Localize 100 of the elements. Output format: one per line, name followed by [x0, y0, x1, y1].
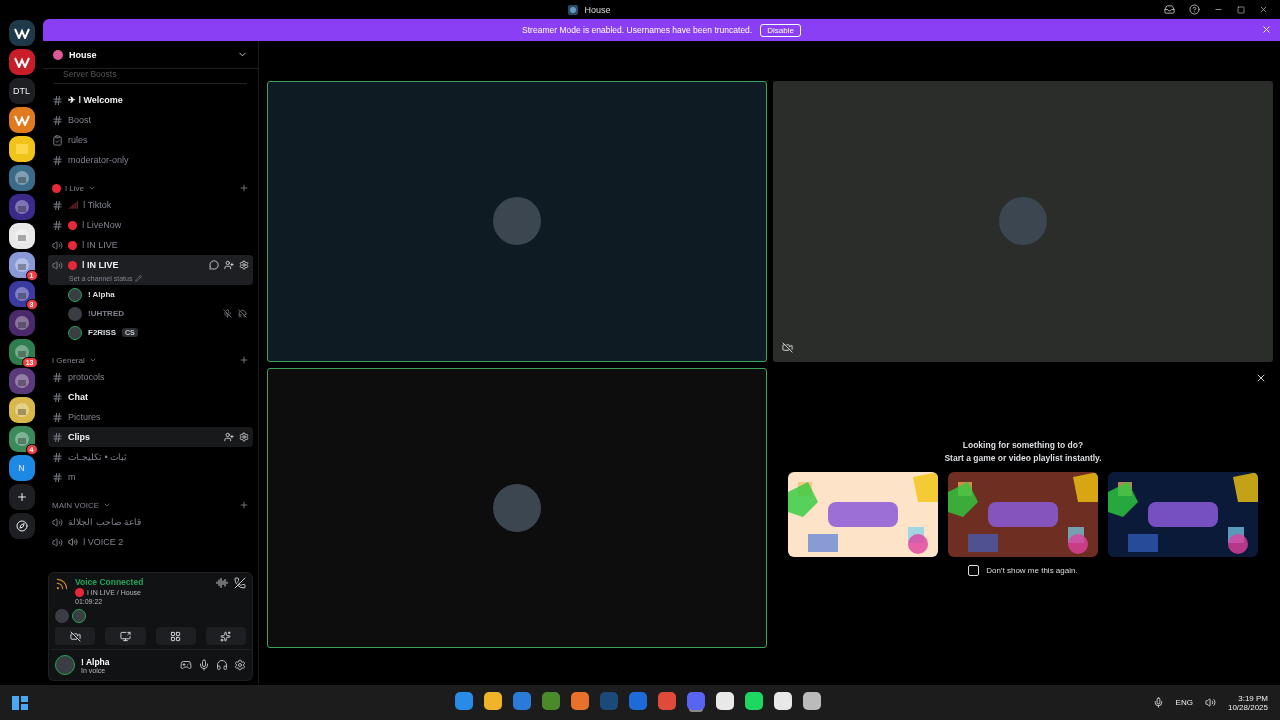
hash-icon	[52, 154, 63, 166]
video-tile[interactable]	[267, 367, 767, 648]
video-off-icon	[69, 630, 81, 642]
hash-icon	[52, 451, 63, 463]
server-icon[interactable]	[8, 49, 35, 75]
taskbar-app-icon[interactable]	[774, 692, 792, 710]
taskbar-app-icon[interactable]	[803, 692, 821, 710]
server-picture-icon	[12, 372, 31, 390]
channel-item[interactable]: Boost	[48, 110, 253, 130]
server-icon[interactable]: DTL	[8, 78, 35, 104]
share-screen-button[interactable]	[105, 627, 146, 645]
video-tile[interactable]	[267, 81, 767, 362]
window-title: House	[584, 4, 611, 15]
logo-icon	[13, 114, 30, 126]
server-icon[interactable]	[8, 165, 35, 191]
server-picture-icon	[12, 314, 31, 332]
taskbar-app-icon[interactable]	[571, 692, 589, 710]
channel-item[interactable]: m	[48, 467, 253, 487]
taskbar-app-icon[interactable]	[484, 692, 502, 710]
checkbox-label[interactable]: Don't show me this again.	[986, 566, 1078, 576]
avatar	[493, 197, 541, 246]
activities-button[interactable]	[155, 627, 196, 645]
server-icon[interactable]	[8, 513, 35, 539]
speaker-icon	[52, 516, 63, 528]
app-icon	[568, 4, 579, 15]
hash-icon	[52, 219, 63, 231]
channel-item[interactable]: ǀ IN LIVE	[48, 235, 253, 255]
taskbar-app-icon[interactable]	[745, 692, 763, 710]
sound-wave-icon[interactable]	[216, 577, 228, 589]
channel-item[interactable]: ǀ VOICE 2	[48, 532, 253, 552]
speaker-icon	[1204, 697, 1216, 708]
channel-item[interactable]: Pictures	[48, 407, 253, 427]
rules-icon	[52, 134, 63, 146]
channel-item[interactable]: Clips	[48, 427, 253, 447]
user-name[interactable]: ! Alpha	[88, 290, 115, 299]
server-name[interactable]: House	[69, 49, 231, 60]
microphone-icon[interactable]	[198, 659, 210, 671]
folder-icon	[15, 144, 28, 154]
channel-item[interactable]: ثبات • تكليجـات	[48, 447, 253, 467]
channel-item[interactable]: moderator-only	[48, 150, 253, 170]
hash-icon	[52, 94, 63, 106]
channel-item[interactable]: protocols	[48, 367, 253, 387]
maximize-icon[interactable]	[1237, 5, 1245, 14]
hash-icon	[52, 471, 63, 483]
server-picture-icon	[12, 169, 31, 187]
plus-icon[interactable]	[239, 355, 249, 365]
chevron-icon	[88, 356, 97, 364]
settings-icon[interactable]	[234, 659, 246, 671]
channel-item[interactable]: ǀ Tiktok	[48, 195, 253, 215]
soundboard-button[interactable]	[205, 627, 246, 645]
server-icon[interactable]	[8, 20, 35, 46]
avatar	[999, 197, 1047, 246]
server-icon[interactable]	[8, 136, 35, 162]
disconnect-icon[interactable]	[234, 577, 246, 589]
channel-item[interactable]: ✈ ǀ Welcome	[48, 90, 253, 110]
category-name[interactable]: MAIN VOICE	[52, 500, 100, 510]
user-avatar[interactable]	[55, 655, 75, 675]
server-picture-icon	[12, 198, 31, 216]
server-picture-icon	[12, 256, 31, 274]
user-name[interactable]: !UHTRED	[88, 309, 124, 318]
inbox-icon[interactable]	[1164, 4, 1175, 15]
server-picture-icon	[12, 401, 31, 419]
dot-icon	[75, 588, 84, 597]
channel-item[interactable]: rules	[48, 130, 253, 150]
server-icon[interactable]	[8, 107, 35, 133]
server-icon[interactable]	[8, 223, 35, 249]
clock-date: 10/28/2025	[1227, 702, 1268, 712]
avatar	[493, 483, 541, 532]
server-picture-icon	[12, 227, 31, 245]
help-icon[interactable]	[1189, 4, 1200, 15]
disable-button[interactable]: Disable	[760, 23, 801, 37]
category-name[interactable]: ǀ General	[52, 355, 85, 365]
gamepad-icon[interactable]	[180, 659, 192, 671]
speaker-icon	[52, 259, 63, 271]
widgets-icon[interactable]	[12, 695, 28, 710]
speaker-icon	[52, 239, 63, 251]
category-name[interactable]: ǀ Live	[65, 183, 84, 193]
plus-icon[interactable]	[239, 183, 249, 193]
plus-icon[interactable]	[239, 500, 249, 510]
channel-item[interactable]: ǀ LiveNow	[48, 215, 253, 235]
logo-icon	[13, 56, 30, 68]
channel-item[interactable]: Chat	[48, 387, 253, 407]
settings-icon	[239, 432, 249, 442]
channel-item[interactable]: قاعة صاحب الجلالة	[48, 512, 253, 532]
user-name[interactable]: F2RISS	[88, 328, 116, 337]
close-icon[interactable]	[1259, 5, 1268, 14]
invite-icon	[224, 260, 234, 270]
checkbox[interactable]	[968, 565, 980, 577]
video-tile[interactable]	[773, 81, 1273, 362]
speaker-icon	[52, 536, 63, 548]
hash-icon	[52, 199, 63, 211]
activity-avatar	[72, 609, 86, 623]
language-indicator[interactable]: ENG	[1175, 698, 1193, 707]
server-icon[interactable]	[8, 397, 35, 423]
taskbar-app-icon[interactable]	[716, 692, 734, 710]
voice-status: Voice Connected	[75, 577, 145, 587]
camera-button[interactable]	[55, 627, 96, 645]
server-icon[interactable]: N	[8, 455, 35, 481]
compass-icon	[15, 520, 28, 532]
headphones-icon[interactable]	[216, 659, 228, 671]
